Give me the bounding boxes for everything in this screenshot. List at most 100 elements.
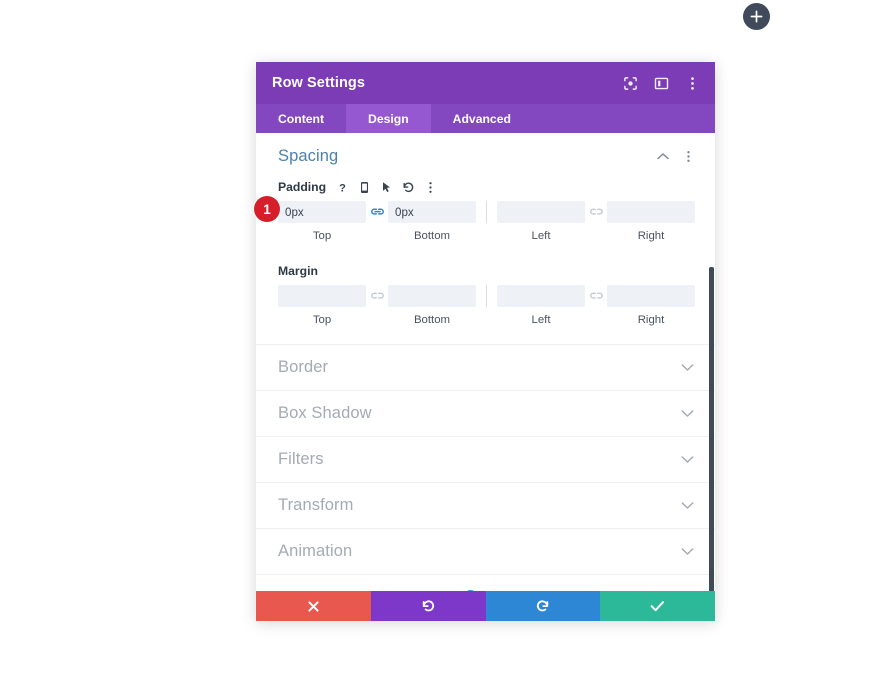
chevron-down-icon[interactable]	[679, 544, 695, 560]
check-icon	[650, 601, 665, 612]
link-chain-icon	[589, 208, 603, 215]
help-link[interactable]: Help	[482, 589, 507, 591]
modal-header: Row Settings	[256, 62, 715, 104]
modal-scrollbar-thumb[interactable]	[709, 267, 714, 591]
padding-top-input[interactable]	[278, 201, 366, 223]
section-animation-title: Animation	[278, 542, 353, 560]
reset-undo-icon[interactable]	[402, 180, 415, 194]
cancel-button[interactable]	[256, 591, 371, 621]
svg-text:?: ?	[339, 182, 346, 194]
margin-right-input[interactable]	[607, 285, 695, 307]
link-chain-icon	[370, 208, 384, 215]
focus-target-icon[interactable]	[621, 74, 639, 92]
close-x-icon	[308, 600, 319, 612]
help-question-icon[interactable]: ?	[336, 180, 349, 194]
redo-button[interactable]	[485, 591, 601, 621]
chevron-up-icon[interactable]	[656, 150, 670, 164]
padding-bottom-cell: Bottom	[388, 201, 476, 242]
chevron-down-icon[interactable]	[679, 452, 695, 468]
chevron-down-icon[interactable]	[679, 498, 695, 514]
more-vertical-icon[interactable]	[681, 150, 695, 164]
margin-label: Margin	[278, 264, 318, 278]
margin-top-cell: Top	[278, 285, 366, 326]
padding-link-top-bottom-icon[interactable]	[366, 201, 388, 223]
section-filters-title: Filters	[278, 450, 324, 468]
annotation-badge-1: 1	[254, 196, 280, 222]
padding-group-divider	[486, 201, 487, 223]
screen-canvas: Row Settings Content Design Advanced Spa…	[0, 0, 880, 688]
section-border[interactable]: Border	[256, 345, 715, 391]
plus-icon	[750, 10, 763, 23]
padding-fields: Top Bottom	[278, 201, 695, 242]
margin-top-label: Top	[312, 314, 332, 326]
padding-link-left-right-icon[interactable]	[585, 201, 607, 223]
row-settings-modal: Row Settings Content Design Advanced Spa…	[256, 62, 715, 621]
padding-right-label: Right	[637, 230, 665, 242]
help-row[interactable]: ? Help	[256, 575, 715, 591]
chevron-down-icon[interactable]	[679, 360, 695, 376]
section-animation[interactable]: Animation	[256, 529, 715, 575]
add-section-button[interactable]	[743, 3, 770, 30]
padding-bottom-label: Bottom	[413, 230, 451, 242]
help-question-icon: ?	[463, 589, 477, 591]
modal-tabs: Content Design Advanced	[256, 104, 715, 133]
save-button[interactable]	[600, 591, 715, 621]
margin-fields: Top Bottom Left Right	[278, 285, 695, 326]
margin-left-input[interactable]	[497, 285, 585, 307]
spacing-header-actions	[656, 150, 695, 164]
padding-left-input[interactable]	[497, 201, 585, 223]
section-border-title: Border	[278, 358, 329, 376]
hover-cursor-icon[interactable]	[380, 180, 393, 194]
margin-link-left-right-icon[interactable]	[585, 285, 607, 307]
section-transform[interactable]: Transform	[256, 483, 715, 529]
margin-group-divider	[486, 285, 487, 307]
section-transform-title: Transform	[278, 496, 354, 514]
modal-body: Spacing Padding ? 0px Top 0px Bottom Lef…	[256, 133, 715, 591]
section-filters[interactable]: Filters	[256, 437, 715, 483]
more-vertical-icon[interactable]	[683, 74, 701, 92]
margin-bottom-label: Bottom	[413, 314, 451, 326]
padding-label-row: Padding ?	[278, 180, 695, 194]
undo-button[interactable]	[370, 591, 486, 621]
spacing-header: Spacing	[278, 147, 695, 166]
tab-advanced[interactable]: Advanced	[431, 104, 533, 133]
modal-title: Row Settings	[272, 75, 366, 91]
margin-left-right-group: Left Right	[497, 285, 695, 326]
padding-right-input[interactable]	[607, 201, 695, 223]
margin-top-bottom-group: Top Bottom	[278, 285, 476, 326]
margin-right-label: Right	[637, 314, 665, 326]
link-chain-icon	[370, 292, 384, 299]
chevron-down-icon[interactable]	[679, 406, 695, 422]
margin-bottom-input[interactable]	[388, 285, 476, 307]
padding-bottom-input[interactable]	[388, 201, 476, 223]
margin-left-label: Left	[531, 314, 551, 326]
padding-label: Padding	[278, 180, 327, 194]
padding-top-bottom-group: Top Bottom	[278, 201, 476, 242]
redo-arrow-icon	[537, 599, 549, 611]
undo-arrow-icon	[422, 599, 434, 611]
modal-scrollbar-track[interactable]	[709, 133, 715, 591]
spacing-title: Spacing	[278, 147, 339, 165]
more-vertical-icon[interactable]	[424, 180, 437, 194]
margin-left-cell: Left	[497, 285, 585, 326]
panel-layout-icon[interactable]	[652, 74, 670, 92]
padding-left-label: Left	[531, 230, 551, 242]
margin-bottom-cell: Bottom	[388, 285, 476, 326]
modal-header-actions	[621, 74, 701, 92]
responsive-mobile-icon[interactable]	[358, 180, 371, 194]
section-box-shadow[interactable]: Box Shadow	[256, 391, 715, 437]
padding-right-cell: Right	[607, 201, 695, 242]
padding-top-cell: Top	[278, 201, 366, 242]
modal-footer	[256, 591, 715, 621]
section-spacing: Spacing Padding ? 0px Top 0px Bottom Lef…	[256, 133, 715, 345]
padding-top-label: Top	[312, 230, 332, 242]
margin-top-input[interactable]	[278, 285, 366, 307]
margin-link-top-bottom-icon[interactable]	[366, 285, 388, 307]
tab-content[interactable]: Content	[256, 104, 346, 133]
margin-right-cell: Right	[607, 285, 695, 326]
padding-left-cell: Left	[497, 201, 585, 242]
tab-design[interactable]: Design	[346, 104, 431, 133]
padding-left-right-group: Left Right	[497, 201, 695, 242]
section-box-shadow-title: Box Shadow	[278, 404, 372, 422]
link-chain-icon	[589, 292, 603, 299]
